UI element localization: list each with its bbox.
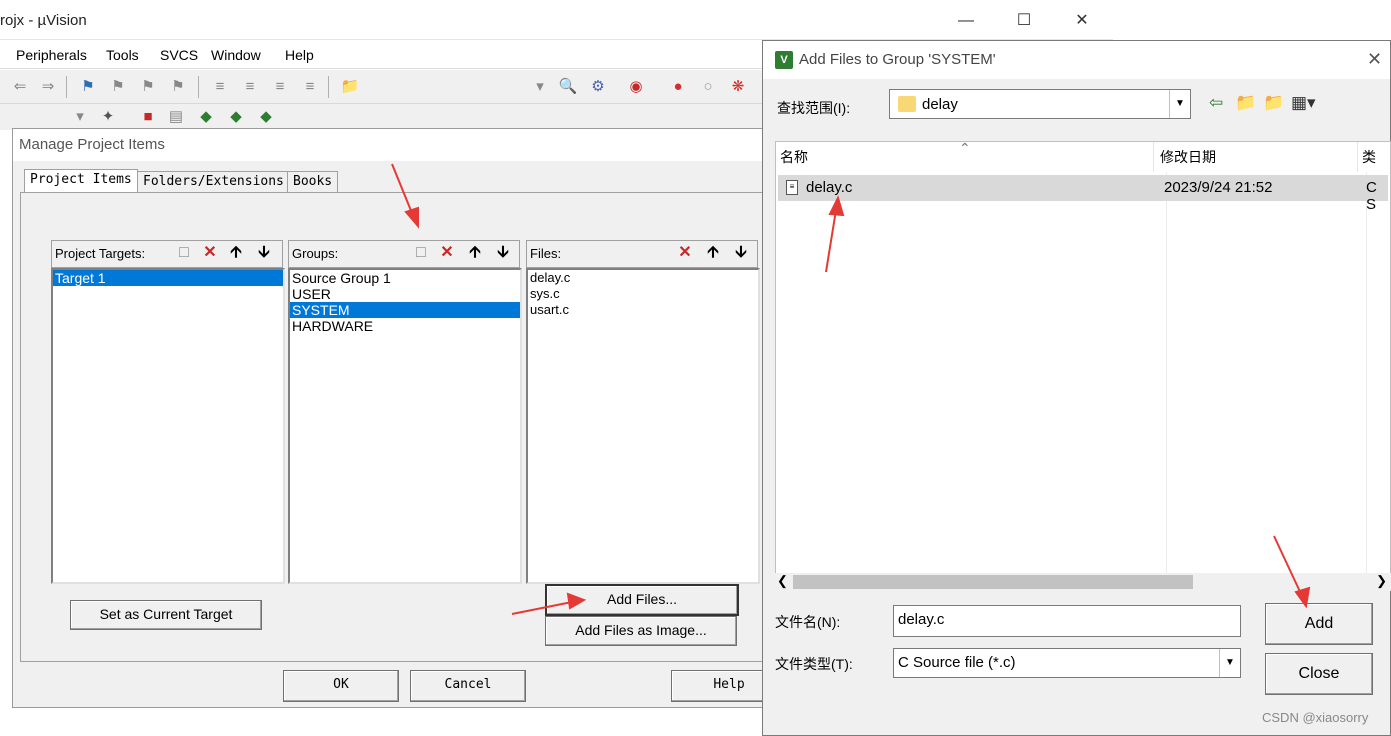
arrow-to-delay-file	[825, 209, 837, 273]
arrow-head	[566, 592, 587, 610]
arrow-to-add-files	[511, 601, 573, 615]
arrow-head	[1294, 586, 1311, 609]
arrow-to-add-button	[1273, 535, 1303, 597]
arrow-head	[828, 195, 845, 217]
annotation-arrows	[391, 163, 1311, 615]
arrow-head	[404, 206, 419, 229]
